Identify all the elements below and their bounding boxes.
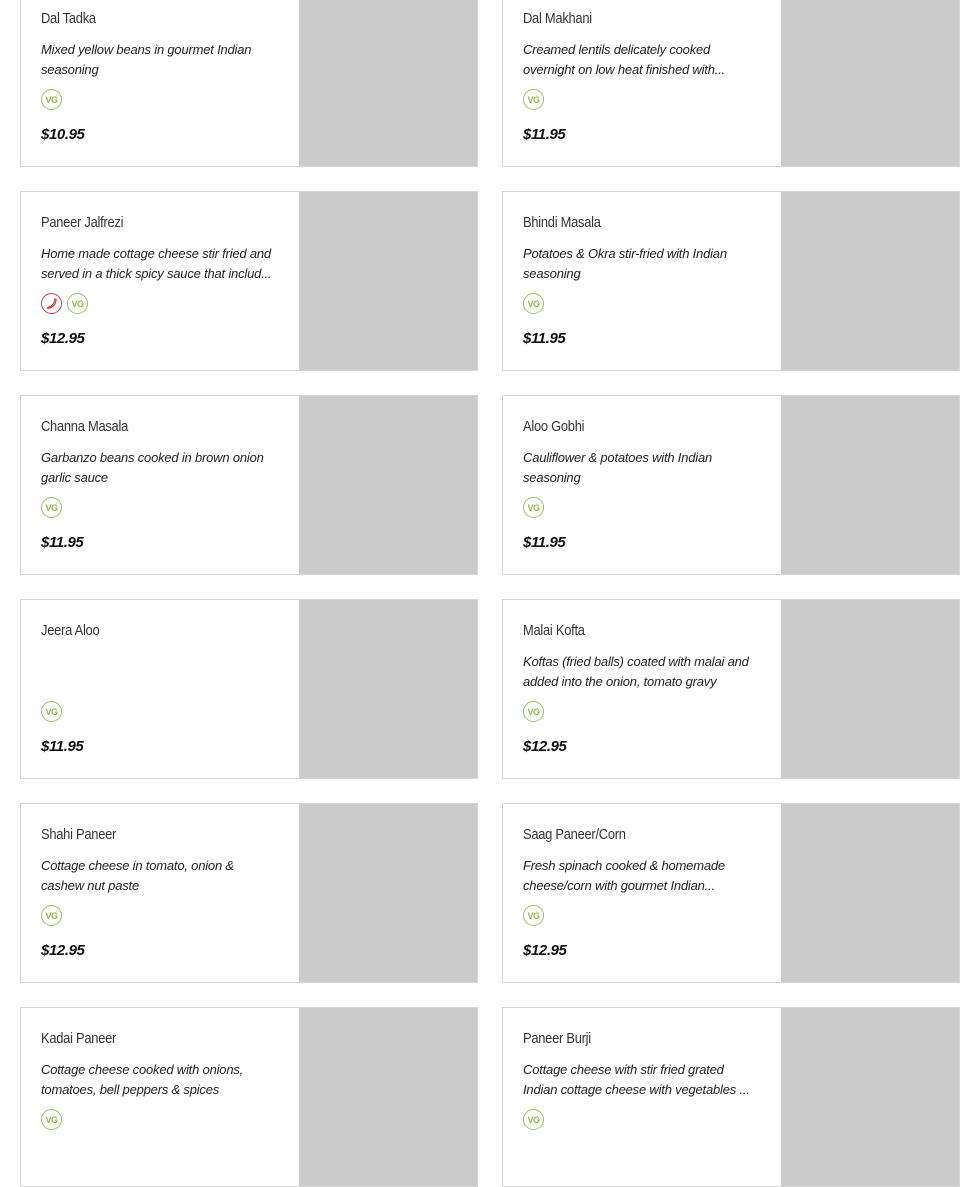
menu-item-image-placeholder — [299, 396, 477, 574]
menu-item-info: Kadai Paneer Cottage cheese cooked with o… — [41, 1008, 281, 1186]
vegetarian-icon: VG — [523, 1109, 544, 1130]
menu-item-image-placeholder — [299, 600, 477, 778]
menu-item-name: Jeera Aloo — [41, 622, 100, 639]
vegetarian-icon: VG — [41, 89, 62, 110]
menu-item-description: Cottage cheese with stir fried grated In… — [523, 1062, 750, 1097]
menu-item-description: Cottage cheese cooked with onions, tomat… — [41, 1062, 244, 1097]
menu-item-description: Mixed yellow beans in gourmet Indian sea… — [41, 42, 252, 77]
menu-item-description: Creamed lentils delicately cooked overni… — [523, 42, 725, 77]
menu-item-image-placeholder — [299, 192, 477, 370]
menu-item-badges: VG — [523, 1109, 544, 1130]
menu-item-card[interactable]: Paneer Burji Cottage cheese with stir fri… — [502, 1007, 960, 1187]
menu-item-card[interactable]: Dal Tadka Mixed yellow beans in gourmet I… — [20, 0, 478, 167]
vegetarian-icon: VG — [41, 497, 62, 518]
vegetarian-icon: VG — [41, 1109, 62, 1130]
menu-item-info: Dal Tadka Mixed yellow beans in gourmet I… — [41, 0, 281, 166]
menu-item-price: $11.95 — [523, 126, 566, 143]
menu-item-price: $11.95 — [523, 534, 566, 551]
menu-item-name: Malai Kofta — [523, 622, 585, 639]
menu-item-price: $12.95 — [41, 942, 85, 959]
menu-item-badges: VG — [523, 701, 544, 722]
menu-item-image-placeholder — [781, 1008, 959, 1186]
menu-item-price: $12.95 — [523, 738, 567, 755]
vegetarian-icon: VG — [41, 905, 62, 926]
menu-item-badges: VG — [41, 293, 88, 314]
menu-item-price: $11.95 — [523, 330, 566, 347]
menu-item-name: Bhindi Masala — [523, 214, 601, 231]
vegetarian-icon: VG — [523, 905, 544, 926]
menu-item-info: Paneer Jalfrezi Home made cottage cheese … — [41, 192, 281, 370]
vegetarian-icon: VG — [523, 89, 544, 110]
menu-item-name: Channa Masala — [41, 418, 129, 435]
menu-item-card[interactable]: Channa Masala Garbanzo beans cooked in br… — [20, 395, 478, 575]
menu-item-info: Aloo Gobhi Cauliflower & potatoes with In… — [523, 396, 763, 574]
menu-item-info: Shahi Paneer Cottage cheese in tomato, on… — [41, 804, 281, 982]
menu-item-name: Kadai Paneer — [41, 1030, 117, 1047]
menu-item-badges: VG — [523, 497, 544, 518]
menu-item-badges: VG — [523, 89, 544, 110]
menu-item-description: Koftas (fried balls) coated with malai a… — [523, 654, 749, 689]
menu-item-badges: VG — [41, 89, 62, 110]
menu-item-image-placeholder — [781, 0, 959, 166]
chili-pepper-icon — [41, 293, 62, 314]
menu-item-image-placeholder — [781, 600, 959, 778]
menu-item-info: Bhindi Masala Potatoes & Okra stir-fried … — [523, 192, 763, 370]
menu-item-price: $11.95 — [41, 534, 84, 551]
menu-item-badges: VG — [41, 905, 62, 926]
menu-item-info: Jeera Aloo VG $11.95 — [41, 600, 281, 778]
menu-item-name: Saag Paneer/Corn — [523, 826, 626, 843]
menu-item-card[interactable]: Saag Paneer/Corn Fresh spinach cooked & h… — [502, 803, 960, 983]
menu-item-card[interactable]: Shahi Paneer Cottage cheese in tomato, on… — [20, 803, 478, 983]
menu-item-name: Shahi Paneer — [41, 826, 117, 843]
vegetarian-icon: VG — [523, 293, 544, 314]
menu-item-price: $12.95 — [41, 330, 85, 347]
menu-item-card[interactable]: Kadai Paneer Cottage cheese cooked with o… — [20, 1007, 478, 1187]
menu-item-price: $11.95 — [41, 738, 84, 755]
menu-item-info: Paneer Burji Cottage cheese with stir fri… — [523, 1008, 763, 1186]
menu-item-card[interactable]: Jeera Aloo VG $11.95 — [20, 599, 478, 779]
menu-item-badges: VG — [41, 1109, 62, 1130]
menu-item-name: Aloo Gobhi — [523, 418, 585, 435]
menu-item-card[interactable]: Aloo Gobhi Cauliflower & potatoes with In… — [502, 395, 960, 575]
menu-item-image-placeholder — [781, 192, 959, 370]
menu-item-name: Paneer Burji — [523, 1030, 591, 1047]
menu-item-info: Saag Paneer/Corn Fresh spinach cooked & h… — [523, 804, 763, 982]
menu-item-image-placeholder — [781, 396, 959, 574]
menu-item-name: Dal Tadka — [41, 10, 96, 27]
menu-item-image-placeholder — [299, 1008, 477, 1186]
vegetarian-icon: VG — [523, 497, 544, 518]
menu-item-description: Cauliflower & potatoes with Indian seaso… — [523, 450, 713, 485]
menu-item-badges: VG — [523, 293, 544, 314]
menu-item-description: Potatoes & Okra stir-fried with Indian s… — [523, 246, 727, 281]
menu-item-info: Malai Kofta Koftas (fried balls) coated w… — [523, 600, 763, 778]
menu-item-price: $10.95 — [41, 126, 85, 143]
menu-item-card[interactable]: Malai Kofta Koftas (fried balls) coated w… — [502, 599, 960, 779]
menu-item-description: Cottage cheese in tomato, onion & cashew… — [41, 858, 234, 893]
vegetarian-icon: VG — [523, 701, 544, 722]
menu-item-card[interactable]: Bhindi Masala Potatoes & Okra stir-fried … — [502, 191, 960, 371]
menu-item-info: Dal Makhani Creamed lentils delicately co… — [523, 0, 763, 166]
menu-item-description: Fresh spinach cooked & homemade cheese/c… — [523, 858, 725, 893]
menu-item-price: $12.95 — [523, 942, 567, 959]
vegetarian-icon: VG — [41, 701, 62, 722]
menu-item-badges: VG — [41, 497, 62, 518]
menu-item-name: Dal Makhani — [523, 10, 592, 27]
menu-item-badges: VG — [523, 905, 544, 926]
menu-item-card[interactable]: Paneer Jalfrezi Home made cottage cheese … — [20, 191, 478, 371]
menu-item-card[interactable]: Dal Makhani Creamed lentils delicately co… — [502, 0, 960, 167]
menu-item-description: Garbanzo beans cooked in brown onion gar… — [41, 450, 264, 485]
menu-item-badges: VG — [41, 701, 62, 722]
menu-item-info: Channa Masala Garbanzo beans cooked in br… — [41, 396, 281, 574]
vegetarian-icon: VG — [67, 293, 88, 314]
menu-grid: Dal Tadka Mixed yellow beans in gourmet I… — [20, 0, 965, 1187]
menu-item-description: Home made cottage cheese stir fried and … — [41, 246, 272, 281]
menu-item-image-placeholder — [299, 0, 477, 166]
menu-item-name: Paneer Jalfrezi — [41, 214, 124, 231]
menu-item-image-placeholder — [299, 804, 477, 982]
menu-item-image-placeholder — [781, 804, 959, 982]
